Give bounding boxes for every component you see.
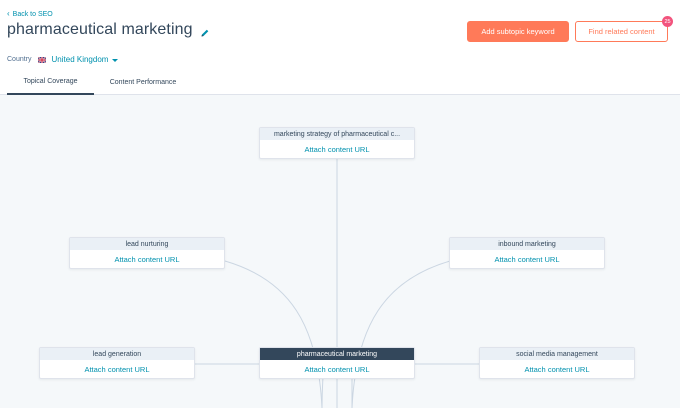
attach-content-url-link[interactable]: Attach content URL	[480, 360, 634, 379]
connector-left-upper	[224, 260, 323, 408]
attach-content-url-link[interactable]: Attach content URL	[70, 250, 224, 269]
connector-right-upper	[351, 260, 451, 408]
pillar-title: pharmaceutical marketing	[260, 348, 414, 360]
subtopic-title: social media management	[480, 348, 634, 360]
pencil-icon[interactable]	[200, 25, 210, 37]
subtopic-title: lead nurturing	[70, 238, 224, 250]
attach-content-url-link[interactable]: Attach content URL	[260, 360, 414, 379]
subtopic-node: lead nurturing Attach content URL	[69, 237, 225, 269]
attach-content-url-link[interactable]: Attach content URL	[40, 360, 194, 379]
page-title: pharmaceutical marketing	[7, 21, 193, 38]
find-related-content-button[interactable]: Find related content	[575, 21, 668, 42]
pillar-node: pharmaceutical marketing Attach content …	[259, 347, 415, 379]
connector-lower-left	[321, 376, 324, 408]
back-to-seo-link[interactable]: ‹ Back to SEO	[7, 10, 53, 18]
attach-content-url-link[interactable]: Attach content URL	[450, 250, 604, 269]
subtopic-title: marketing strategy of pharmaceutical c..…	[260, 128, 414, 140]
country-dropdown[interactable]: United Kingdom	[52, 55, 119, 64]
tab-topical-coverage[interactable]: Topical Coverage	[7, 70, 94, 95]
subtopic-node: social media management Attach content U…	[479, 347, 635, 379]
subtopic-node: lead generation Attach content URL	[39, 347, 195, 379]
subtopic-title: inbound marketing	[450, 238, 604, 250]
country-value: United Kingdom	[51, 55, 109, 64]
subtopic-node: marketing strategy of pharmaceutical c..…	[259, 127, 415, 159]
back-link-label: Back to SEO	[12, 10, 53, 18]
uk-flag-icon	[37, 56, 46, 63]
attach-content-url-link[interactable]: Attach content URL	[260, 140, 414, 159]
country-row: Country United Kingdom	[7, 55, 119, 64]
subtopic-node: inbound marketing Attach content URL	[449, 237, 605, 269]
country-label: Country	[7, 56, 32, 63]
caret-down-icon	[112, 58, 119, 62]
notification-badge: 25	[662, 16, 673, 27]
page-title-row: pharmaceutical marketing	[7, 21, 210, 39]
subtopic-title: lead generation	[40, 348, 194, 360]
tab-content-performance[interactable]: Content Performance	[100, 70, 186, 95]
topic-map-canvas[interactable]: marketing strategy of pharmaceutical c..…	[0, 95, 680, 408]
tab-bar: Topical Coverage Content Performance	[0, 70, 680, 95]
chevron-left-icon: ‹	[7, 9, 10, 18]
add-subtopic-keyword-button[interactable]: Add subtopic keyword	[467, 21, 569, 42]
